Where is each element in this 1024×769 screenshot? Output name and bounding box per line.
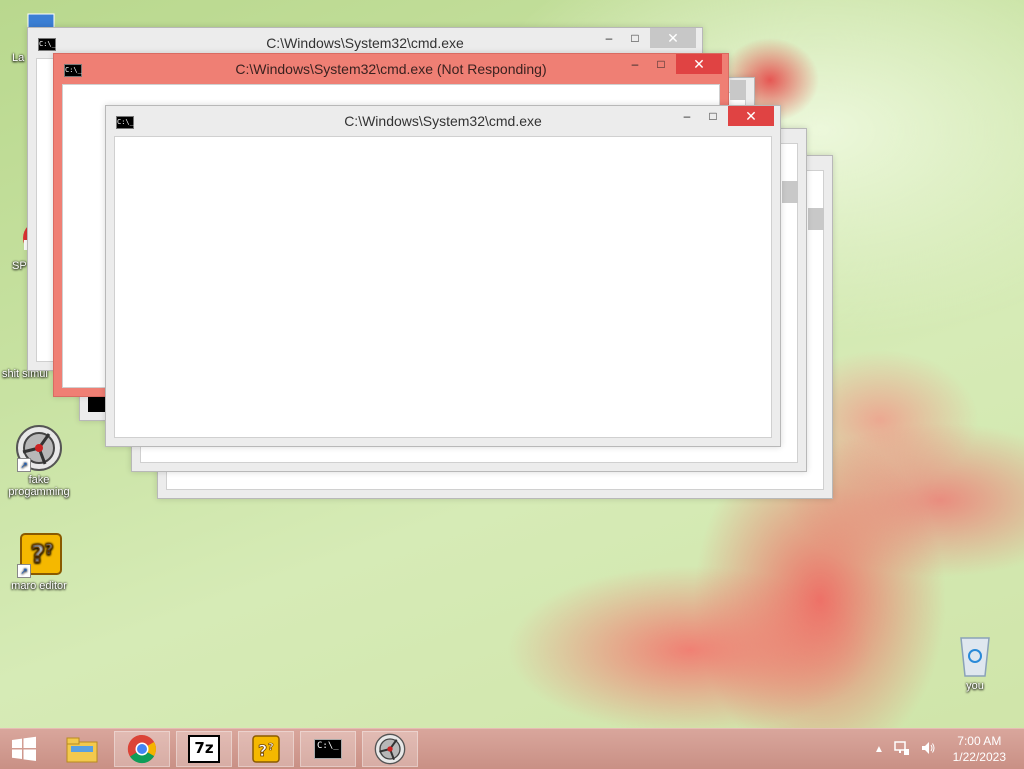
minimize-button[interactable]: ‒ [596, 28, 622, 48]
maximize-button[interactable]: □ [622, 28, 648, 48]
svg-text:?: ? [268, 742, 274, 753]
fake-programming-icon [374, 733, 406, 765]
shortcut-arrow-icon: ↗ [17, 458, 31, 472]
close-button[interactable]: ✕ [676, 54, 722, 74]
7zip-icon: 7z [188, 735, 220, 763]
scrollbar[interactable] [808, 208, 824, 230]
taskbar-maro-editor[interactable]: ? ? [238, 731, 294, 767]
cmd-window-active[interactable]: C:\_ C:\Windows\System32\cmd.exe ‒ □ ✕ [105, 105, 781, 447]
clock-time: 7:00 AM [957, 734, 1002, 748]
title-bar[interactable]: C:\_ C:\Windows\System32\cmd.exe (Not Re… [54, 54, 728, 84]
desktop-icon-maro-editor[interactable]: ? ? ↗ maro editor [1, 530, 77, 592]
minimize-button[interactable]: ‒ [622, 54, 648, 74]
network-icon[interactable] [894, 740, 910, 759]
console-cursor-block [88, 396, 106, 412]
chrome-icon [127, 734, 156, 764]
taskbar-clock[interactable]: 7:00 AM 1/22/2023 [953, 733, 1006, 765]
file-explorer-icon [66, 737, 98, 763]
cmd-icon: C:\_ [314, 739, 342, 759]
start-button[interactable] [0, 731, 48, 767]
svg-text:?: ? [31, 540, 45, 568]
volume-icon[interactable] [920, 740, 936, 759]
console-area [114, 136, 772, 438]
desktop-icon-label: you [966, 680, 984, 692]
question-block-icon: ? ? ↗ [15, 530, 63, 578]
minimize-button[interactable]: ‒ [674, 106, 700, 126]
title-bar[interactable]: C:\_ C:\Windows\System32\cmd.exe ‒ □ ✕ [106, 106, 780, 136]
maximize-button[interactable]: □ [700, 106, 726, 126]
desktop-icon-label: fake progamming [8, 474, 70, 498]
shortcut-arrow-icon: ↗ [17, 564, 31, 578]
desktop-icon-label: maro editor [11, 580, 67, 592]
taskbar-chrome[interactable] [114, 731, 170, 767]
show-hidden-icons-icon[interactable]: ▲ [874, 744, 884, 755]
scrollbar[interactable] [782, 181, 798, 203]
close-button[interactable]: ✕ [728, 106, 774, 126]
recycle-bin-icon [955, 630, 995, 678]
close-button[interactable]: ✕ [650, 28, 696, 48]
clock-date: 1/22/2023 [952, 750, 1006, 764]
svg-text:?: ? [45, 542, 53, 558]
question-block-icon: ? ? [252, 735, 280, 763]
start-icon [12, 736, 36, 761]
taskbar-7zip[interactable]: 7z [176, 731, 232, 767]
scrollbar[interactable] [730, 80, 746, 100]
svg-text:?: ? [258, 741, 267, 760]
taskbar-cmd[interactable]: C:\_ [300, 731, 356, 767]
desktop-icon-recycle-bin[interactable]: you [937, 630, 1013, 692]
desktop-icon-fake-progamming[interactable]: ↗ fake progamming [1, 424, 77, 498]
system-tray: ▲ [874, 729, 936, 769]
taskbar-file-explorer[interactable] [54, 731, 110, 767]
fake-programming-icon: ↗ [15, 424, 63, 472]
taskbar: 7z ? ? C:\_ ▲ 7:00 AM 1/22/2023 [0, 728, 1024, 769]
taskbar-fake-progamming[interactable] [362, 731, 418, 767]
maximize-button[interactable]: □ [648, 54, 674, 74]
